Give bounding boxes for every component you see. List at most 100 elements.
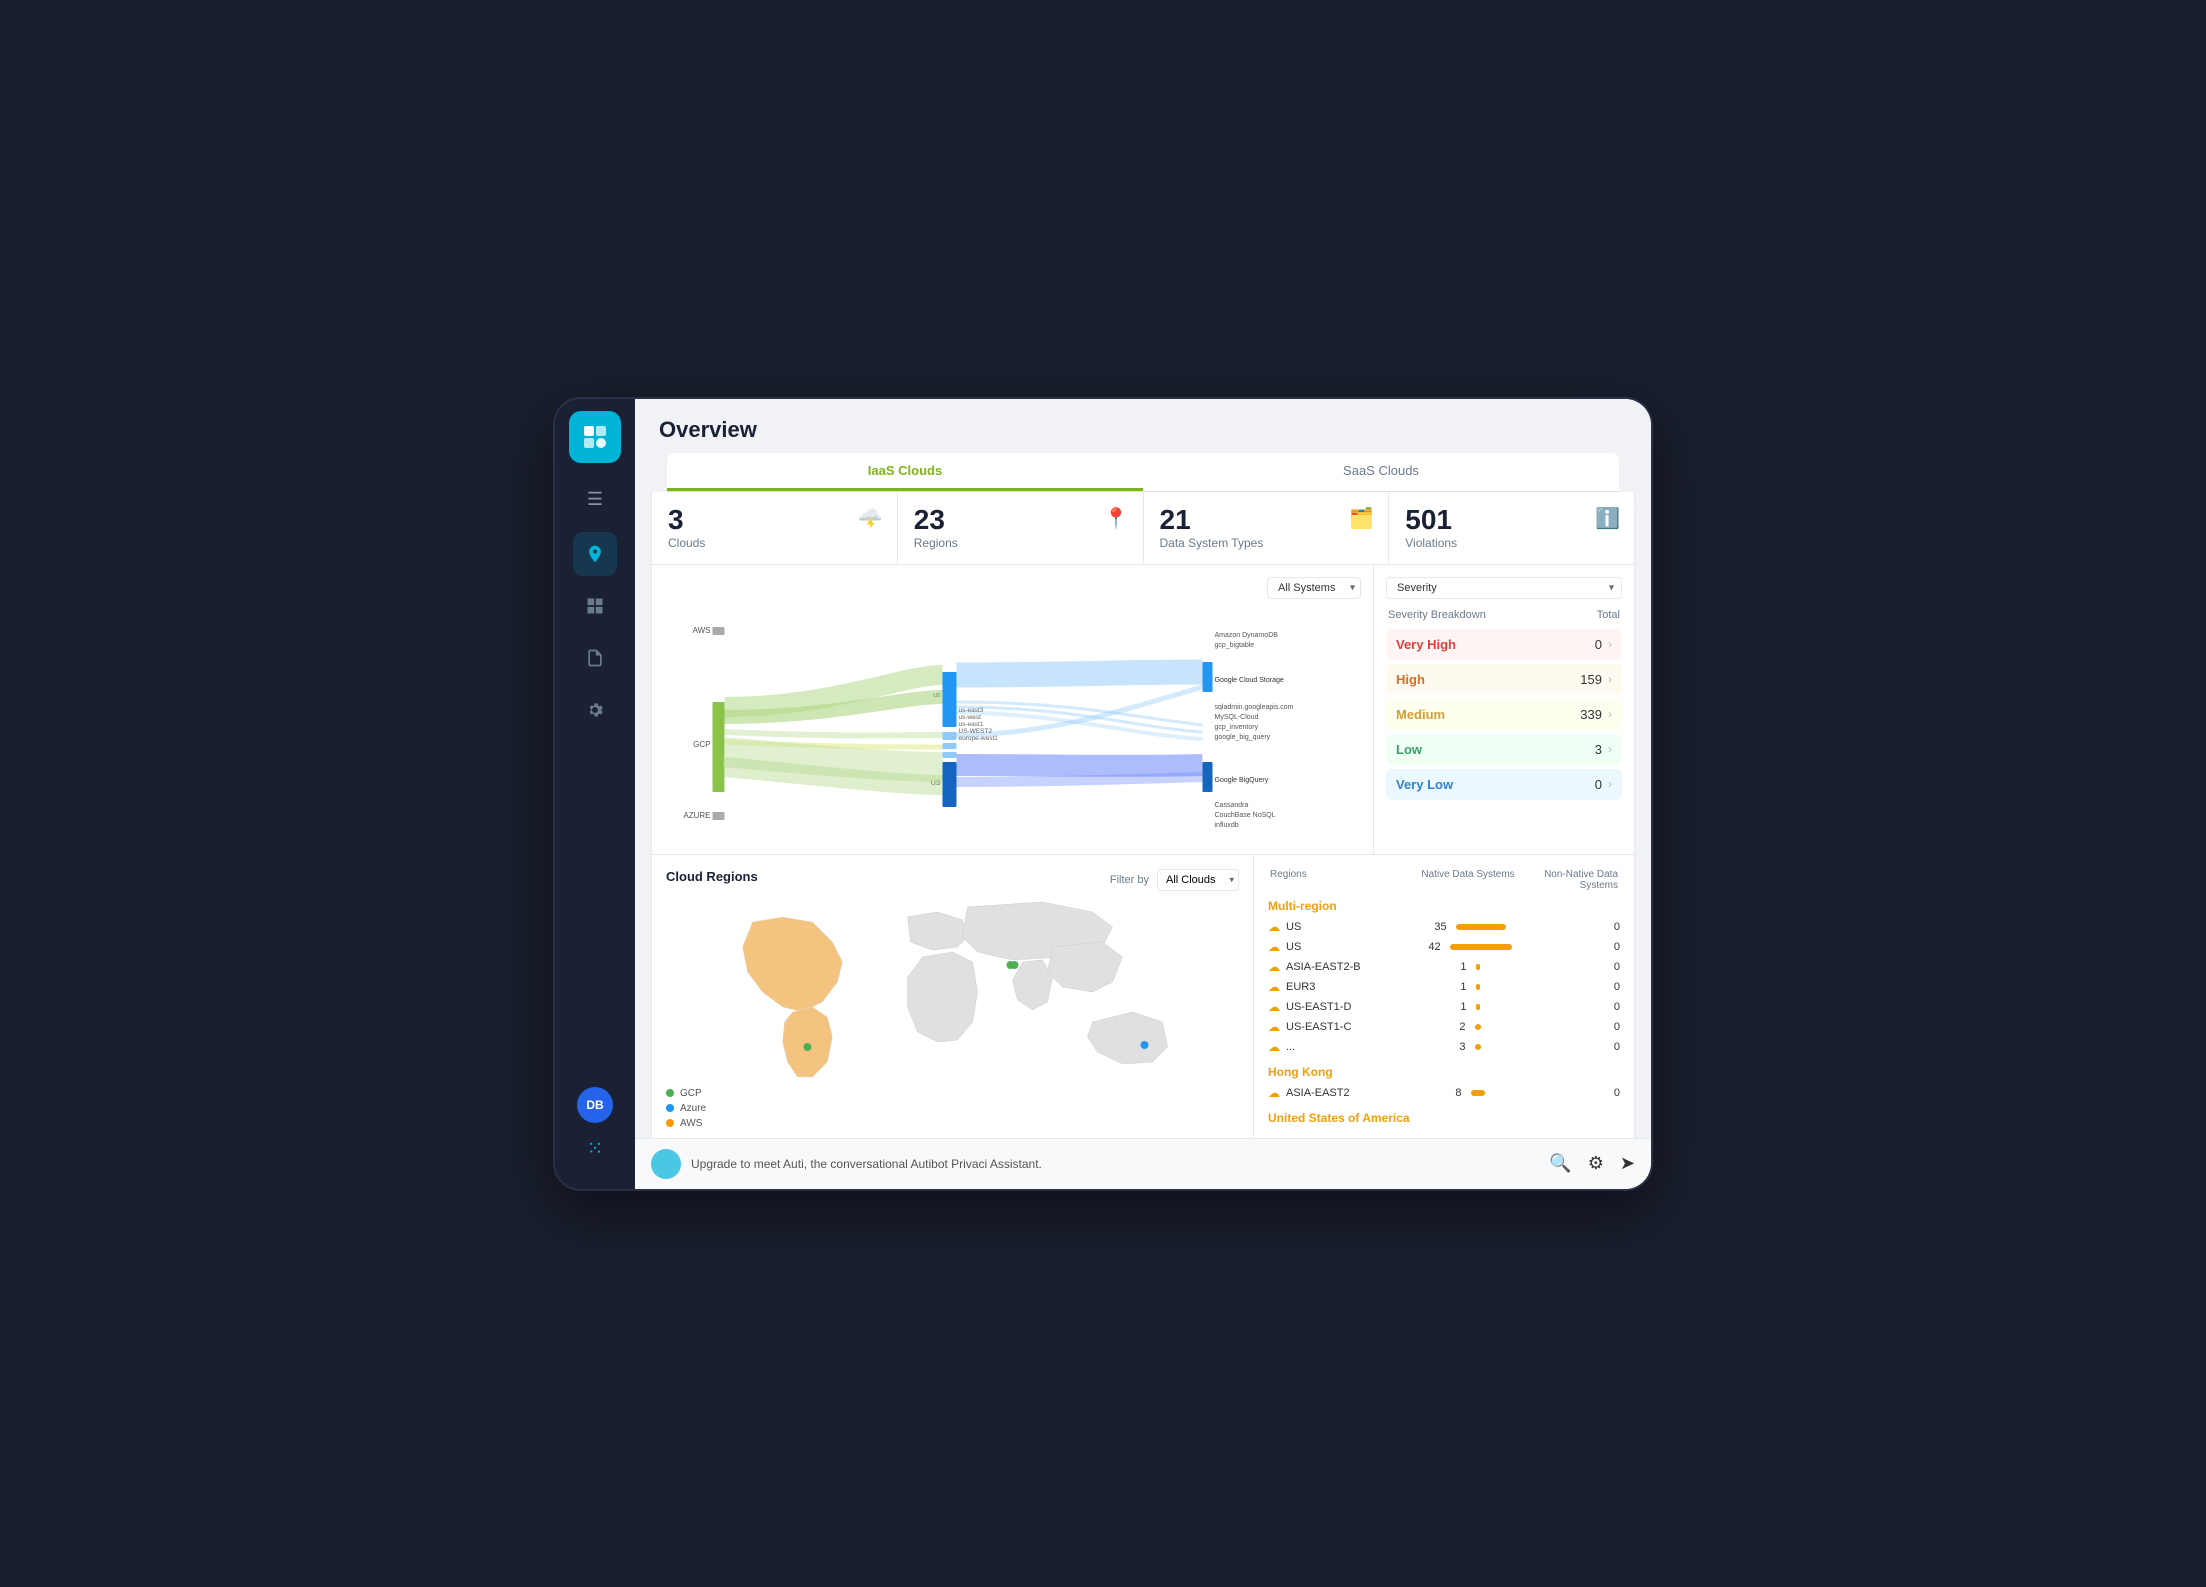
svg-text:gcp_inventory: gcp_inventory [1215, 724, 1259, 731]
table-row: ☁ US-EAST1-C 2 0 [1268, 1017, 1620, 1037]
region-nonnative-count: 0 [1520, 1041, 1620, 1053]
table-row: ☁ US 42 0 [1268, 937, 1620, 957]
table-row: ☁ ... 3 0 [1268, 1037, 1620, 1057]
chat-bubble: Upgrade to meet Auti, the conversational… [651, 1149, 1042, 1179]
region-name: ☁ ... [1268, 1040, 1420, 1054]
sidebar-item-settings[interactable] [573, 688, 617, 732]
severity-medium-label: Medium [1396, 707, 1445, 722]
region-native-count: 2 [1420, 1021, 1520, 1033]
table-row: ☁ EUR3 1 0 [1268, 977, 1620, 997]
gcp-cloud-icon: ☁ [1268, 980, 1280, 994]
severity-item-very-low[interactable]: Very Low 0 › [1386, 769, 1622, 800]
tab-saas-clouds[interactable]: SaaS Clouds [1143, 453, 1619, 491]
tab-iaas-clouds[interactable]: IaaS Clouds [667, 453, 1143, 491]
svg-text:us-east3: us-east3 [959, 707, 984, 714]
region-bar [1476, 964, 1480, 970]
severity-very-high-label: Very High [1396, 637, 1456, 652]
sankey-chart: AWS GCP AZURE us [664, 607, 1361, 837]
region-group-hongkong: Hong Kong [1268, 1065, 1620, 1079]
col-native-header: Native Data Systems [1418, 869, 1518, 891]
stat-data-systems: 21 Data System Types 🗂️ [1144, 492, 1390, 564]
severity-item-low[interactable]: Low 3 › [1386, 734, 1622, 765]
sidebar: ☰ DB ⁙ [555, 399, 635, 1189]
logo[interactable] [569, 411, 621, 463]
stat-regions: 23 Regions 📍 [898, 492, 1144, 564]
map-filter: Filter by All Clouds AWS GCP Azure [1110, 869, 1239, 891]
col-region-header: Regions [1270, 869, 1418, 891]
region-native-count: 1 [1420, 961, 1520, 973]
regions-icon: 📍 [1104, 506, 1129, 531]
user-avatar[interactable]: DB [577, 1087, 613, 1123]
sankey-filter-select[interactable]: All Systems AWS GCP Azure [1267, 577, 1361, 599]
sidebar-navigation [555, 532, 635, 1087]
region-name: ☁ US [1268, 940, 1420, 954]
severity-item-high[interactable]: High 159 › [1386, 664, 1622, 695]
region-bar [1450, 944, 1512, 950]
severity-medium-arrow: › [1608, 707, 1612, 721]
data-systems-icon: 🗂️ [1349, 506, 1374, 531]
svg-text:sqladmin.googleapis.com: sqladmin.googleapis.com [1215, 704, 1294, 711]
main-content: Overview IaaS Clouds SaaS Clouds 3 Cloud… [635, 399, 1651, 1189]
region-group-multiregion: Multi-region [1268, 899, 1620, 913]
map-area: Cloud Regions Filter by All Clouds AWS G… [652, 855, 1254, 1138]
more-options-icon[interactable]: ⁙ [577, 1131, 613, 1167]
legend-gcp-label: GCP [680, 1088, 702, 1099]
chat-text: Upgrade to meet Auti, the conversational… [691, 1157, 1042, 1171]
data-systems-number: 21 [1160, 506, 1373, 534]
region-nonnative-count: 0 [1520, 1021, 1620, 1033]
hamburger-menu[interactable]: ☰ [581, 483, 609, 516]
svg-text:Cassandra: Cassandra [1215, 802, 1249, 809]
severity-very-low-label: Very Low [1396, 777, 1453, 792]
table-row: ☁ ASIA-EAST2 8 0 [1268, 1083, 1620, 1103]
region-name: ☁ US [1268, 920, 1420, 934]
map-filter-select[interactable]: All Clouds AWS GCP Azure [1157, 869, 1239, 891]
violations-icon: ℹ️ [1595, 506, 1620, 531]
data-systems-label: Data System Types [1160, 536, 1373, 550]
forward-icon[interactable]: ➤ [1620, 1153, 1635, 1174]
region-bar [1475, 1024, 1481, 1030]
svg-text:google_big_query: google_big_query [1215, 734, 1271, 741]
svg-text:GCP: GCP [693, 740, 710, 749]
dashboard-body: IaaS Clouds SaaS Clouds 3 Clouds 🌩️ 23 R… [635, 453, 1651, 1138]
svg-text:US-WEST2: US-WEST2 [959, 728, 993, 735]
svg-text:Google Cloud Storage: Google Cloud Storage [1215, 677, 1284, 684]
severity-item-very-high[interactable]: Very High 0 › [1386, 629, 1622, 660]
region-native-count: 8 [1420, 1087, 1520, 1099]
region-native-count: 1 [1420, 981, 1520, 993]
search-icon[interactable]: 🔍 [1549, 1153, 1571, 1174]
region-nonnative-count: 0 [1520, 941, 1620, 953]
severity-dropdown[interactable]: Severity High Medium Low [1386, 577, 1622, 599]
region-name: ☁ ASIA-EAST2-B [1268, 960, 1420, 974]
severity-total-label: Total [1597, 609, 1620, 621]
sidebar-item-dashboard[interactable] [573, 584, 617, 628]
severity-item-medium[interactable]: Medium 339 › [1386, 699, 1622, 730]
sidebar-item-home[interactable] [573, 532, 617, 576]
regions-label: Regions [914, 536, 1127, 550]
regions-number: 23 [914, 506, 1127, 534]
tabs-container: IaaS Clouds SaaS Clouds [667, 453, 1619, 492]
clouds-label: Clouds [668, 536, 881, 550]
svg-text:us-west: us-west [959, 714, 982, 721]
azure-dot [666, 1104, 674, 1112]
map-select-wrapper: All Clouds AWS GCP Azure [1157, 869, 1239, 891]
bottom-section: Cloud Regions Filter by All Clouds AWS G… [651, 855, 1635, 1138]
svg-text:AWS: AWS [693, 626, 711, 635]
region-name: ☁ EUR3 [1268, 980, 1420, 994]
severity-very-low-count: 0 › [1595, 777, 1612, 792]
svg-text:europe-west1: europe-west1 [959, 735, 999, 742]
legend-azure: Azure [666, 1103, 706, 1114]
aws-dot [666, 1119, 674, 1127]
sidebar-item-reports[interactable] [573, 636, 617, 680]
gcp-cloud-icon: ☁ [1268, 940, 1280, 954]
legend-aws-label: AWS [680, 1118, 702, 1129]
severity-high-arrow: › [1608, 672, 1612, 686]
regions-table-area: Regions Native Data Systems Non-Native D… [1254, 855, 1634, 1138]
region-bar [1476, 984, 1480, 990]
region-native-count: 3 [1420, 1041, 1520, 1053]
svg-text:Google BigQuery: Google BigQuery [1215, 777, 1269, 784]
bottom-actions: 🔍 ⚙ ➤ [1549, 1153, 1635, 1174]
region-nonnative-count: 0 [1520, 1087, 1620, 1099]
filter-wrapper: All Systems AWS GCP Azure [1267, 577, 1361, 599]
filter-icon[interactable]: ⚙ [1588, 1153, 1604, 1174]
region-name: ☁ US-EAST1-C [1268, 1020, 1420, 1034]
